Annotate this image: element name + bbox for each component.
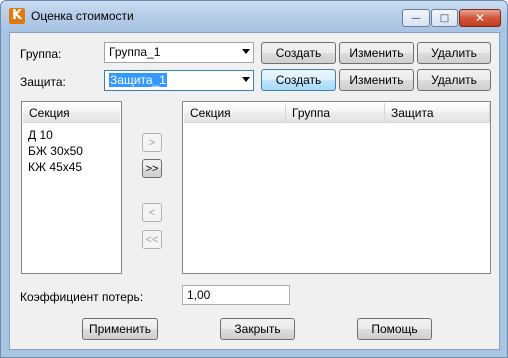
group-edit-button[interactable]: Изменить bbox=[339, 42, 414, 64]
selected-sections-table[interactable]: Секция Группа Защита bbox=[182, 101, 491, 274]
loss-coefficient-input[interactable]: 1,00 bbox=[182, 285, 290, 305]
window-title: Оценка стоимости bbox=[31, 9, 134, 23]
list-item[interactable]: Д 10 bbox=[28, 127, 83, 143]
protection-create-button[interactable]: Создать bbox=[261, 69, 336, 91]
remove-all-button[interactable]: << bbox=[142, 230, 162, 249]
add-one-button[interactable]: > bbox=[142, 133, 162, 152]
group-delete-button[interactable]: Удалить bbox=[417, 42, 491, 64]
apply-button[interactable]: Применить bbox=[82, 318, 158, 340]
group-select-value: Группа_1 bbox=[109, 45, 161, 59]
help-button[interactable]: Помощь bbox=[357, 318, 432, 340]
add-all-button[interactable]: >> bbox=[142, 159, 162, 178]
app-logo-icon: K bbox=[9, 8, 25, 24]
list-item[interactable]: КЖ 45х45 bbox=[28, 159, 83, 175]
group-label: Группа: bbox=[20, 47, 62, 61]
remove-one-button[interactable]: < bbox=[142, 203, 162, 222]
group-create-button[interactable]: Создать bbox=[261, 42, 336, 64]
maximize-button[interactable]: □ bbox=[431, 9, 458, 27]
group-select[interactable]: Группа_1 bbox=[104, 42, 254, 63]
protection-select-value: Защита_1 bbox=[109, 73, 167, 87]
column-header-protection[interactable]: Защита bbox=[385, 103, 490, 123]
close-button[interactable]: Закрыть bbox=[220, 318, 295, 340]
dialog-window: K Оценка стоимости — □ ✕ Группа: Группа_… bbox=[0, 0, 508, 358]
minimize-button[interactable]: — bbox=[402, 9, 430, 27]
protection-label: Защита: bbox=[20, 75, 66, 89]
column-header-section[interactable]: Секция bbox=[184, 103, 286, 123]
protection-select[interactable]: Защита_1 bbox=[104, 70, 254, 91]
chevron-down-icon bbox=[242, 49, 250, 54]
table-header: Секция Группа Защита bbox=[184, 103, 490, 123]
close-window-button[interactable]: ✕ bbox=[459, 9, 501, 27]
chevron-down-icon bbox=[242, 77, 250, 82]
protection-delete-button[interactable]: Удалить bbox=[417, 69, 491, 91]
loss-coefficient-label: Коэффициент потерь: bbox=[20, 290, 144, 304]
title-bar[interactable]: K Оценка стоимости — □ ✕ bbox=[1, 1, 507, 31]
column-header-group[interactable]: Группа bbox=[286, 103, 385, 123]
sections-list[interactable]: Секция Д 10 БЖ 30х50 КЖ 45х45 bbox=[21, 101, 122, 274]
protection-edit-button[interactable]: Изменить bbox=[339, 69, 414, 91]
list-item[interactable]: БЖ 30х50 bbox=[28, 143, 83, 159]
dialog-body: Группа: Группа_1 Создать Изменить Удалит… bbox=[9, 32, 500, 350]
column-header-section[interactable]: Секция bbox=[23, 103, 121, 123]
sections-list-header: Секция bbox=[23, 103, 120, 123]
sections-items: Д 10 БЖ 30х50 КЖ 45х45 bbox=[28, 127, 83, 175]
